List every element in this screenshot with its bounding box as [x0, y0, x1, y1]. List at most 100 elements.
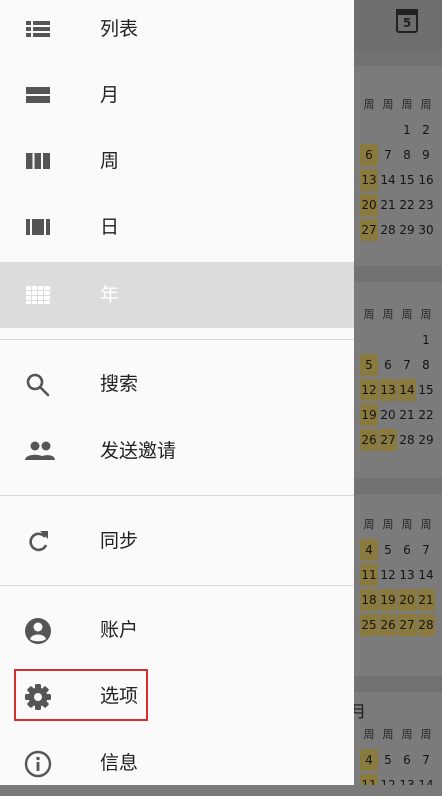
weekday-label: 周: [420, 98, 432, 111]
today-calendar-icon[interactable]: 5: [396, 9, 418, 33]
day-cell[interactable]: 9: [417, 144, 435, 166]
day-cell[interactable]: 21: [398, 404, 416, 426]
day-cell[interactable]: 19: [360, 404, 378, 426]
day-cell[interactable]: 5: [379, 749, 397, 771]
day-cell[interactable]: 29: [398, 219, 416, 241]
drawer-item-list[interactable]: 列表: [0, 0, 354, 62]
people-icon: [24, 438, 55, 464]
day-cell[interactable]: 30: [417, 219, 435, 241]
day-cell[interactable]: 6: [379, 354, 397, 376]
day-cell[interactable]: 26: [379, 614, 397, 636]
day-cell[interactable]: 15: [417, 379, 435, 401]
day-cell[interactable]: 6: [360, 144, 378, 166]
day-cell[interactable]: 14: [379, 169, 397, 191]
weekday-label: 周: [382, 98, 394, 111]
day-cell[interactable]: 12: [379, 564, 397, 586]
week-row: 6 27 28 29 30: [354, 219, 442, 243]
day-cell[interactable]: 21: [379, 194, 397, 216]
day-cell[interactable]: 27: [379, 429, 397, 451]
day-cell[interactable]: 13: [398, 774, 416, 785]
weekday-label: 周: [420, 308, 432, 321]
day-cell[interactable]: 8: [398, 144, 416, 166]
drawer-item-invite[interactable]: 发送邀请: [0, 418, 354, 484]
day-cell[interactable]: 7: [417, 539, 435, 561]
day-cell[interactable]: 18: [360, 589, 378, 611]
day-cell[interactable]: 5: [379, 539, 397, 561]
day-cell[interactable]: 20: [360, 194, 378, 216]
info-icon: [24, 750, 52, 778]
day-cell[interactable]: 14: [398, 379, 416, 401]
day-cell[interactable]: 14: [417, 774, 435, 785]
week-row: 5 26 27 28 29: [354, 429, 442, 453]
day-cell[interactable]: 13: [360, 169, 378, 191]
day-cell[interactable]: 19: [379, 589, 397, 611]
day-view-icon: [24, 214, 52, 240]
day-cell[interactable]: 22: [398, 194, 416, 216]
calendar-toolbar: 5: [354, 0, 442, 50]
day-cell[interactable]: 22: [417, 404, 435, 426]
weekday-label: 周: [363, 728, 375, 741]
day-cell[interactable]: 28: [398, 429, 416, 451]
weekday-label: 周: [382, 518, 394, 531]
day-cell[interactable]: 20: [398, 589, 416, 611]
weekday-label: 周: [401, 308, 413, 321]
day-cell[interactable]: 2: [417, 119, 435, 141]
day-cell[interactable]: 12: [360, 379, 378, 401]
weekday-header: 周 周 周 周: [354, 514, 442, 538]
week-row: 1: [354, 329, 442, 353]
drawer-item-account[interactable]: 账户: [0, 597, 354, 663]
day-cell[interactable]: 7: [417, 749, 435, 771]
day-cell[interactable]: 11: [360, 774, 378, 785]
drawer-item-day[interactable]: 日: [0, 194, 354, 260]
weekday-header: 周 周 周 周: [354, 304, 442, 328]
day-cell[interactable]: 11: [360, 564, 378, 586]
drawer-item-week[interactable]: 周: [0, 128, 354, 194]
day-cell[interactable]: 27: [360, 219, 378, 241]
day-cell[interactable]: 14: [417, 564, 435, 586]
day-cell[interactable]: 1: [398, 119, 416, 141]
day-cell[interactable]: 7: [398, 354, 416, 376]
day-cell[interactable]: 15: [398, 169, 416, 191]
week-row: 5 6 7 8: [354, 354, 442, 378]
divider: [0, 585, 354, 586]
day-cell[interactable]: 7: [379, 144, 397, 166]
week-row: 4 25 26 27 28: [354, 614, 442, 638]
month-separator: [354, 50, 442, 66]
day-cell[interactable]: 23: [417, 194, 435, 216]
day-cell[interactable]: 4: [360, 749, 378, 771]
drawer-item-search[interactable]: 搜索: [0, 351, 354, 417]
drawer-item-label: 列表: [100, 18, 139, 40]
day-cell[interactable]: 13: [379, 379, 397, 401]
weekday-label: 周: [363, 98, 375, 111]
day-cell[interactable]: 28: [417, 614, 435, 636]
day-cell[interactable]: 29: [417, 429, 435, 451]
settings-highlight-box: [14, 669, 148, 721]
day-cell[interactable]: 16: [417, 169, 435, 191]
drawer-item-label: 信息: [100, 752, 139, 774]
day-cell[interactable]: 21: [417, 589, 435, 611]
week-row: 8 19 20 21 22: [354, 404, 442, 428]
day-cell[interactable]: 6: [398, 749, 416, 771]
day-cell[interactable]: 26: [360, 429, 378, 451]
day-cell[interactable]: 12: [379, 774, 397, 785]
day-cell[interactable]: 8: [417, 354, 435, 376]
today-date: 5: [402, 16, 412, 30]
weekday-header: 周 周 周 周: [354, 724, 442, 748]
month-view-icon: [24, 82, 52, 108]
drawer-item-month[interactable]: 月: [0, 62, 354, 128]
day-cell[interactable]: 1: [417, 329, 435, 351]
day-cell[interactable]: 6: [398, 539, 416, 561]
drawer-item-sync[interactable]: 同步: [0, 508, 354, 574]
drawer-item-year[interactable]: 年: [0, 262, 354, 328]
drawer-item-info[interactable]: 信息: [0, 730, 354, 796]
day-cell[interactable]: 13: [398, 564, 416, 586]
weekday-label: 周: [401, 728, 413, 741]
day-cell[interactable]: 5: [360, 354, 378, 376]
day-cell[interactable]: 25: [360, 614, 378, 636]
day-cell[interactable]: 4: [360, 539, 378, 561]
drawer-item-label: 日: [100, 216, 120, 238]
day-cell[interactable]: 28: [379, 219, 397, 241]
day-cell[interactable]: 27: [398, 614, 416, 636]
day-cell[interactable]: 20: [379, 404, 397, 426]
weekday-label: 周: [382, 308, 394, 321]
